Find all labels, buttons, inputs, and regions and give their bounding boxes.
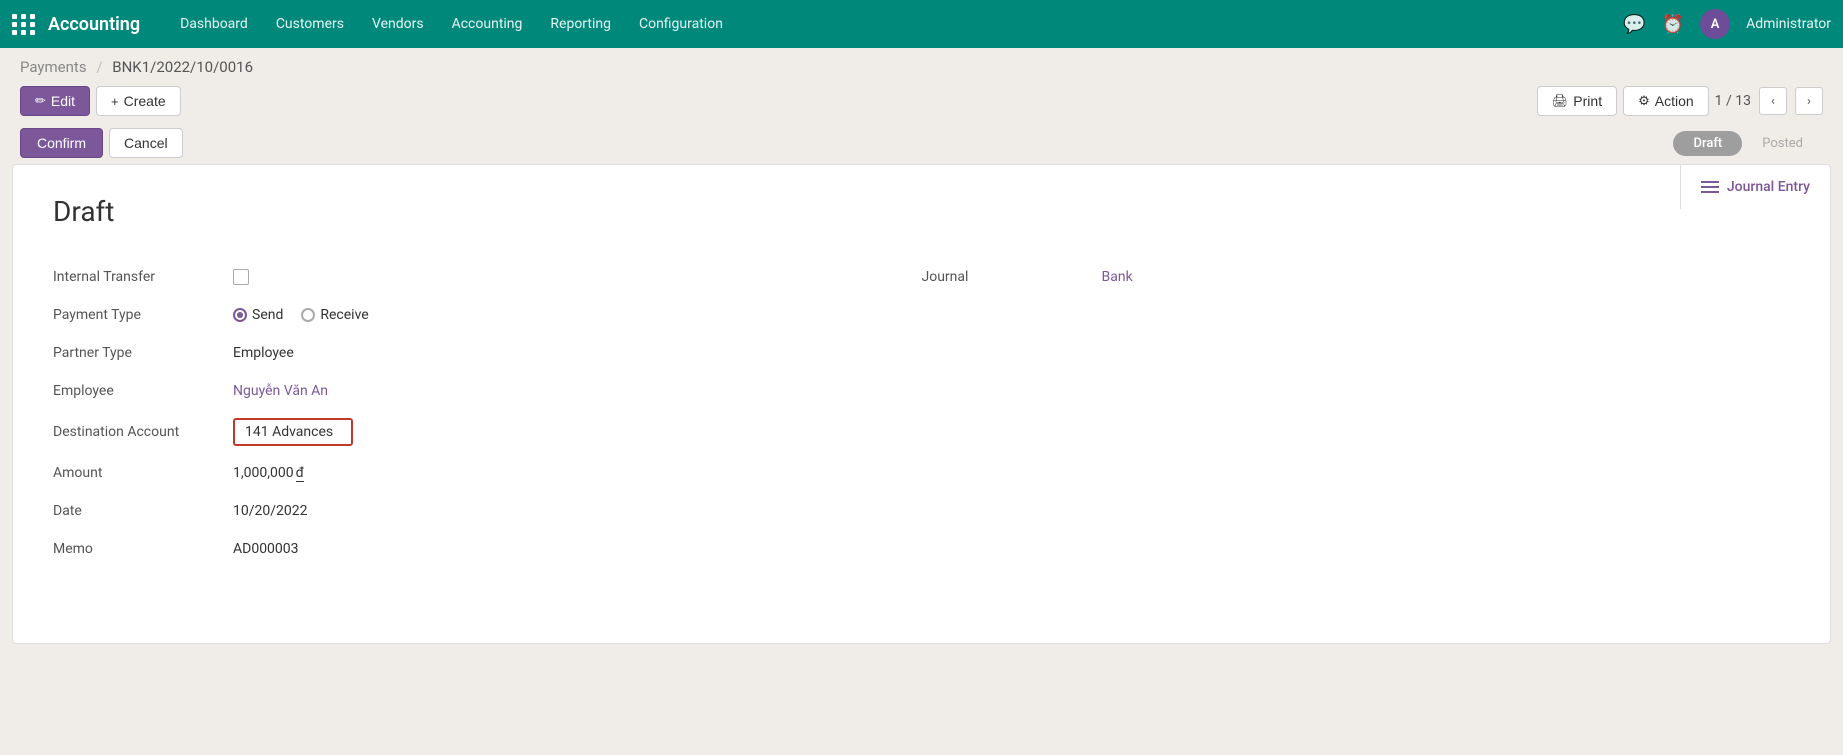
destination-account-row: Destination Account 141 Advances [53,410,922,454]
app-brand: Accounting [48,14,140,35]
destination-account-value[interactable]: 141 Advances [233,418,353,446]
edit-button[interactable]: ✏ Edit [20,86,90,116]
form-right: Journal Bank [922,258,1791,568]
apps-menu-button[interactable] [12,14,36,35]
menu-item-reporting[interactable]: Reporting [538,10,623,38]
payment-type-send[interactable]: Send [233,307,283,323]
next-button[interactable]: › [1795,87,1823,115]
radio-receive-label: Receive [320,307,368,323]
employee-value[interactable]: Nguyễn Văn An [233,383,328,399]
amount-label: Amount [53,465,233,481]
partner-type-value: Employee [233,345,294,361]
main-content: Journal Entry Draft Internal Transfer Pa… [12,164,1831,644]
chat-icon[interactable]: 💬 [1623,14,1645,35]
journal-entry-button[interactable]: Journal Entry [1680,165,1830,209]
memo-value: AD000003 [233,541,299,557]
memo-label: Memo [53,541,233,557]
amount-currency: đ [296,465,304,482]
topnav-right-section: 💬 ⏰ A Administrator [1623,9,1831,39]
action-label: Action [1655,93,1694,109]
internal-transfer-checkbox[interactable] [233,269,249,285]
admin-name[interactable]: Administrator [1746,16,1831,32]
form-body: Draft Internal Transfer Payment Type Sen… [13,165,1830,598]
date-label: Date [53,503,233,519]
action-button[interactable]: ⚙ Action [1623,86,1709,116]
status-bar: Draft Posted [1673,131,1823,156]
journal-entry-label: Journal Entry [1727,179,1810,195]
partner-type-row: Partner Type Employee [53,334,922,372]
journal-value[interactable]: Bank [1102,269,1133,285]
journal-label: Journal [922,269,1102,285]
internal-transfer-label: Internal Transfer [53,269,233,285]
employee-row: Employee Nguyễn Văn An [53,372,922,410]
action-bar: Confirm Cancel Draft Posted [0,124,1843,164]
form-title: Draft [53,195,1790,228]
radio-send-label: Send [252,307,283,323]
clock-icon[interactable]: ⏰ [1662,14,1684,35]
print-label: Print [1573,93,1602,109]
form-left: Internal Transfer Payment Type Send Rece… [53,258,922,568]
amount-row: Amount 1,000,000 đ [53,454,922,492]
create-button[interactable]: + Create [96,86,181,116]
confirm-button[interactable]: Confirm [20,128,103,158]
breadcrumb-parent[interactable]: Payments [20,58,87,76]
pagination: 1 / 13 ‹ › [1715,87,1823,115]
journal-row: Journal Bank [922,258,1791,296]
payment-type-row: Payment Type Send Receive [53,296,922,334]
print-icon: 🖨 [1552,93,1569,109]
destination-account-field: 141 Advances [233,418,353,446]
date-row: Date 10/20/2022 [53,492,922,530]
amount-number: 1,000,000 [233,465,294,481]
menu-item-customers[interactable]: Customers [264,10,356,38]
date-value: 10/20/2022 [233,503,308,519]
status-posted: Posted [1742,131,1823,156]
menu-item-vendors[interactable]: Vendors [360,10,436,38]
breadcrumb-current: BNK1/2022/10/0016 [112,58,253,76]
status-draft: Draft [1673,131,1742,156]
print-button[interactable]: 🖨 Print [1537,86,1617,116]
prev-button[interactable]: ‹ [1759,87,1787,115]
payment-type-options: Send Receive [233,307,369,323]
memo-row: Memo AD000003 [53,530,922,568]
payment-type-label: Payment Type [53,307,233,323]
amount-value-container: 1,000,000 đ [233,465,304,482]
menu-item-accounting[interactable]: Accounting [440,10,535,38]
payment-type-receive[interactable]: Receive [301,307,368,323]
radio-send-indicator [233,308,247,322]
partner-type-label: Partner Type [53,345,233,361]
menu-item-dashboard[interactable]: Dashboard [168,10,260,38]
plus-icon: + [111,94,119,109]
avatar[interactable]: A [1700,9,1730,39]
pagination-text: 1 / 13 [1715,93,1751,109]
breadcrumb: Payments / BNK1/2022/10/0016 [0,48,1843,80]
top-navigation: Accounting Dashboard Customers Vendors A… [0,0,1843,48]
cancel-button[interactable]: Cancel [109,128,183,158]
menu-item-configuration[interactable]: Configuration [627,10,735,38]
main-menu: Dashboard Customers Vendors Accounting R… [168,10,1623,38]
form-grid: Internal Transfer Payment Type Send Rece… [53,258,1790,568]
pencil-icon: ✏ [35,93,46,109]
employee-label: Employee [53,383,233,399]
radio-receive-indicator [301,308,315,322]
toolbar: ✏ Edit + Create 🖨 Print ⚙ Action 1 / 13 … [0,80,1843,124]
internal-transfer-row: Internal Transfer [53,258,922,296]
edit-label: Edit [51,93,75,109]
destination-account-label: Destination Account [53,424,233,440]
gear-icon: ⚙ [1638,93,1650,109]
create-label: Create [124,93,166,109]
breadcrumb-separator: / [96,58,102,76]
list-icon [1701,181,1719,193]
